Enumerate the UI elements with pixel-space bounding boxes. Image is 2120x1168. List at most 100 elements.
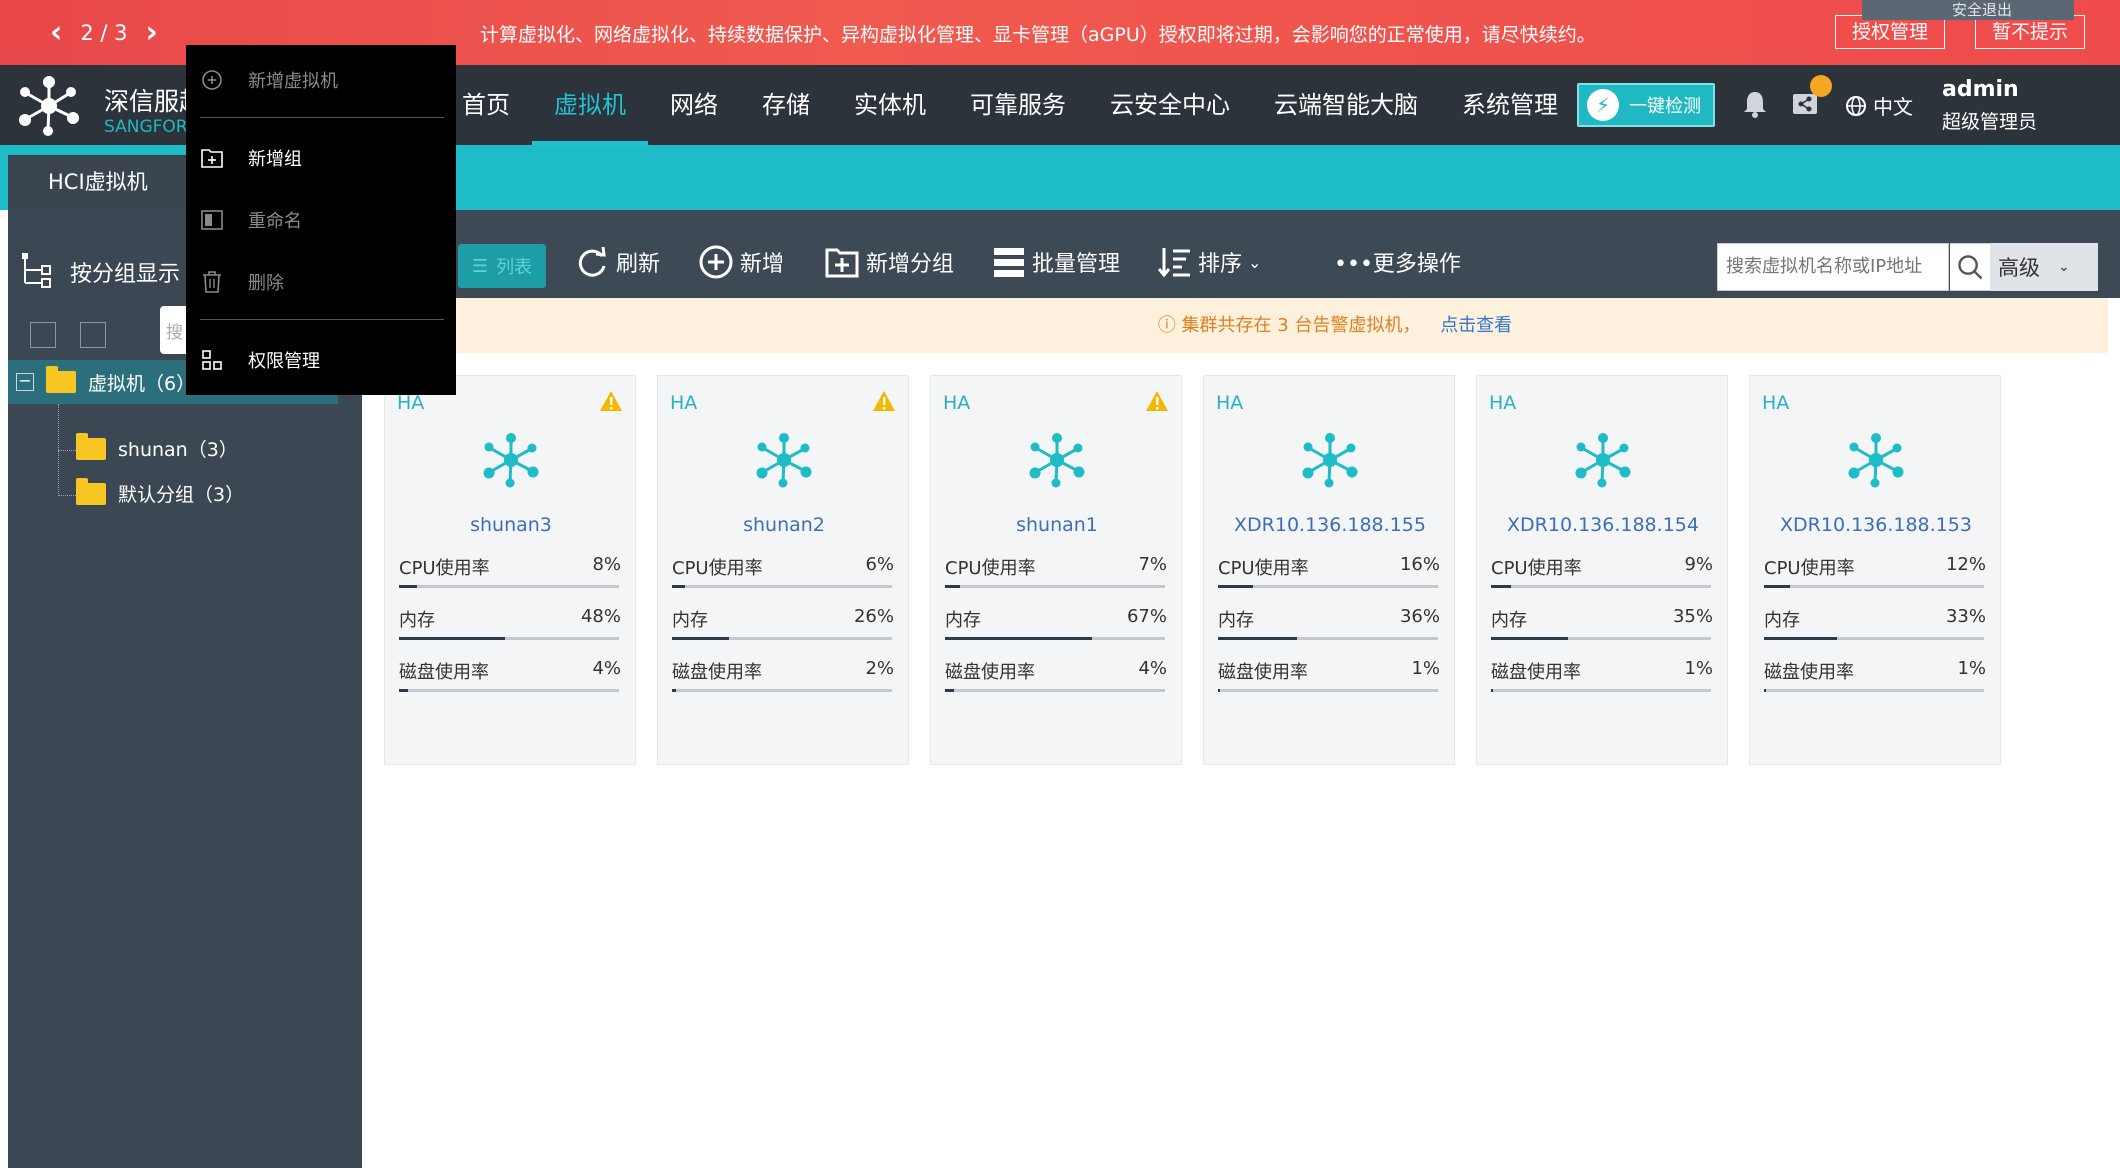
- mem-progress-fill: [1218, 637, 1298, 640]
- user-name[interactable]: admin: [1942, 77, 2019, 102]
- info-icon: ⓘ: [1157, 315, 1182, 336]
- cpu-progress-fill: [399, 585, 417, 588]
- warning-icon[interactable]: [1145, 390, 1169, 412]
- view-alerts-link[interactable]: 点击查看: [1440, 315, 1512, 336]
- tab-hci-vm[interactable]: HCI虚拟机: [8, 155, 188, 210]
- mem-progress-track: [1218, 637, 1438, 640]
- disk-label: 磁盘使用率: [1764, 662, 1854, 683]
- cpu-label: CPU使用率: [1491, 558, 1582, 579]
- ha-badge: HA: [1762, 392, 1790, 414]
- chevron-left-icon[interactable]: ‹: [50, 18, 62, 48]
- search-icon[interactable]: [1950, 243, 1990, 291]
- disk-metric: 磁盘使用率 4%: [399, 658, 621, 698]
- list-view-button[interactable]: ☰ 列表: [458, 244, 546, 288]
- list-icon: ☰: [471, 255, 489, 277]
- vm-name[interactable]: XDR10.136.188.155: [1204, 514, 1456, 536]
- vm-name[interactable]: XDR10.136.188.154: [1477, 514, 1729, 536]
- disk-progress-track: [1764, 689, 1984, 692]
- nav-cloud-brain[interactable]: 云端智能大脑: [1252, 65, 1440, 145]
- menu-item-rename[interactable]: 重命名: [186, 195, 456, 245]
- menu-item-delete[interactable]: 删除: [186, 257, 456, 307]
- tree-node-shunan[interactable]: shunan（3）: [76, 432, 238, 462]
- advanced-search-button[interactable]: 高级 ⌄: [1990, 243, 2098, 291]
- mem-progress-track: [1491, 637, 1711, 640]
- cpu-value: 8%: [592, 554, 621, 575]
- vm-card[interactable]: HA XDR10.136.188.155 CPU使用率 16% 内存 36% 磁盘使用率 1%: [1203, 375, 1455, 765]
- refresh-button[interactable]: 刷新: [574, 242, 660, 282]
- collapse-icon[interactable]: −: [16, 373, 34, 391]
- add-label: 新增: [740, 252, 785, 277]
- vm-card[interactable]: HA XDR10.136.188.154 CPU使用率 9% 内存 35% 磁盘使用率 1%: [1476, 375, 1728, 765]
- cpu-label: CPU使用率: [399, 558, 490, 579]
- vm-name[interactable]: shunan3: [385, 514, 637, 536]
- disk-value: 4%: [592, 658, 621, 679]
- nav-physical[interactable]: 实体机: [832, 65, 948, 145]
- vm-card[interactable]: HA shunan2 CPU使用率 6% 内存 26% 磁盘使用率 2%: [657, 375, 909, 765]
- nav-reliability[interactable]: 可靠服务: [948, 65, 1088, 145]
- nav-network[interactable]: 网络: [648, 65, 740, 145]
- plus-circle-icon: [699, 245, 733, 279]
- group-display-label[interactable]: 按分组显示: [70, 256, 180, 288]
- quick-check-button[interactable]: ⚡ 一键检测: [1577, 83, 1715, 127]
- nav-cloud-security[interactable]: 云安全中心: [1088, 65, 1252, 145]
- add-group-button[interactable]: 新增分组: [824, 242, 954, 282]
- cpu-value: 7%: [1138, 554, 1167, 575]
- vm-card[interactable]: HA shunan3 CPU使用率 8% 内存 48% 磁盘使用率 4%: [384, 375, 636, 765]
- mem-progress-fill: [399, 637, 505, 640]
- ha-badge: HA: [1216, 392, 1244, 414]
- logout-button[interactable]: 安全退出: [1862, 0, 2074, 20]
- menu-item-new-group[interactable]: 新增组: [186, 133, 456, 183]
- disk-metric: 磁盘使用率 4%: [945, 658, 1167, 698]
- vm-card[interactable]: HA XDR10.136.188.153 CPU使用率 12% 内存 33% 磁盘使用率 1%: [1749, 375, 2001, 765]
- user-role: 超级管理员: [1942, 111, 2038, 133]
- vm-name[interactable]: shunan1: [931, 514, 1183, 536]
- nav-system[interactable]: 系统管理: [1440, 65, 1580, 145]
- mem-progress-fill: [1764, 637, 1837, 640]
- nav-storage[interactable]: 存储: [740, 65, 832, 145]
- batch-manage-button[interactable]: 批量管理: [992, 242, 1120, 282]
- sort-button[interactable]: 排序 ⌄: [1158, 242, 1261, 282]
- disk-progress-track: [1218, 689, 1438, 692]
- cpu-value: 16%: [1399, 554, 1440, 575]
- vm-card[interactable]: HA shunan1 CPU使用率 7% 内存 67% 磁盘使用率 4%: [930, 375, 1182, 765]
- vm-toolbar: ☰ 列表 刷新 新增 新增分组 批量管理 排序 ⌄ •••更多操作 搜索虚拟机名…: [362, 210, 2120, 298]
- refresh-label: 刷新: [616, 252, 661, 277]
- expand-all-icon[interactable]: [30, 322, 56, 348]
- menu-item-permissions[interactable]: 权限管理: [186, 335, 456, 385]
- dismiss-button[interactable]: 暂不提示: [1975, 15, 2086, 49]
- cpu-progress-fill: [1764, 585, 1791, 588]
- group-context-menu: 新增虚拟机 新增组 重命名 删除 权限管理: [186, 45, 456, 395]
- bell-icon[interactable]: [1740, 89, 1770, 119]
- mem-metric: 内存 48%: [399, 606, 621, 646]
- mem-label: 内存: [945, 610, 981, 631]
- nav-vm[interactable]: 虚拟机: [532, 65, 648, 145]
- warning-icon[interactable]: [872, 390, 896, 412]
- more-actions-button[interactable]: •••更多操作: [1334, 242, 1461, 282]
- cpu-label: CPU使用率: [1218, 558, 1309, 579]
- disk-value: 1%: [1957, 658, 1986, 679]
- vm-search-input[interactable]: [1717, 243, 1949, 291]
- pager-text: 2 / 3: [80, 21, 128, 45]
- vm-name[interactable]: shunan2: [658, 514, 910, 536]
- warning-icon[interactable]: [599, 390, 623, 412]
- mem-label: 内存: [1218, 610, 1254, 631]
- mem-metric: 内存 67%: [945, 606, 1167, 646]
- mem-label: 内存: [672, 610, 708, 631]
- tree-node-default-group[interactable]: 默认分组（3）: [76, 477, 244, 507]
- batch-manage-label: 批量管理: [1032, 252, 1121, 277]
- sort-icon: [1158, 248, 1190, 278]
- main-menu: 首页 虚拟机 网络 存储 实体机 可靠服务 云安全中心 云端智能大脑 系统管理: [440, 65, 1580, 145]
- mem-value: 33%: [1945, 606, 1986, 627]
- mem-progress-track: [945, 637, 1165, 640]
- license-management-button[interactable]: 授权管理: [1835, 15, 1946, 49]
- vm-name[interactable]: XDR10.136.188.153: [1750, 514, 2002, 536]
- disk-progress-fill: [1218, 689, 1221, 692]
- collapse-all-icon[interactable]: [80, 322, 106, 348]
- mem-value: 48%: [580, 606, 621, 627]
- language-switch[interactable]: 中文: [1845, 91, 1913, 120]
- chevron-right-icon[interactable]: ›: [146, 18, 158, 48]
- menu-item-new-vm[interactable]: 新增虚拟机: [186, 55, 456, 105]
- vm-search-field[interactable]: [1718, 244, 1938, 288]
- add-button[interactable]: 新增: [698, 242, 784, 282]
- add-group-label: 新增分组: [866, 252, 955, 277]
